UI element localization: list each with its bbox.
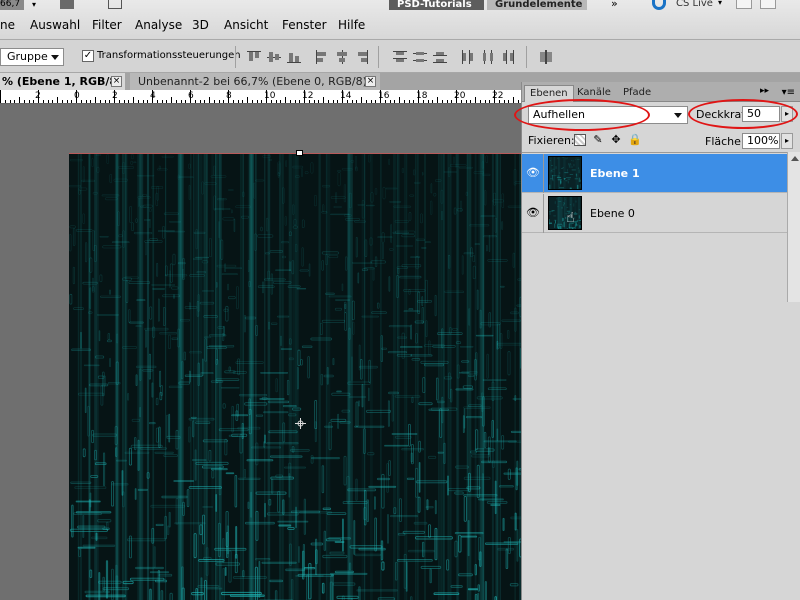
distribute-top-icon[interactable] — [392, 49, 408, 65]
menu-filter[interactable]: Filter — [92, 18, 122, 32]
canvas-area — [0, 105, 521, 600]
fill-slider-button[interactable]: ▸ — [781, 133, 793, 149]
minimize-button[interactable] — [736, 0, 752, 9]
chevron-down-icon[interactable]: ▾ — [32, 0, 36, 9]
restore-button[interactable] — [760, 0, 776, 9]
menu-hilfe[interactable]: Hilfe — [338, 18, 365, 32]
lock-all-icon[interactable]: 🔒 — [628, 134, 642, 146]
tab-ebene-1[interactable]: % (Ebene 1, RGB/8) * — [0, 73, 125, 105]
distribute-left-icon[interactable] — [460, 49, 476, 65]
document-canvas[interactable] — [69, 153, 521, 600]
layer-name: Ebene 0 — [590, 207, 635, 220]
auto-select-value: Gruppe — [7, 50, 48, 63]
layers-scrollbar[interactable] — [787, 152, 800, 302]
close-icon[interactable]: × — [365, 76, 376, 87]
toolbar-divider — [235, 46, 236, 68]
auto-select-dropdown[interactable]: Gruppe — [0, 48, 64, 66]
transform-controls-checkbox[interactable]: ✓ — [82, 50, 94, 62]
layer-thumbnail — [548, 196, 582, 230]
transform-handle[interactable] — [296, 150, 303, 156]
toolbar-divider — [526, 46, 527, 68]
circuit-texture-image — [69, 153, 521, 600]
tab-pfade[interactable]: Pfade — [618, 85, 656, 102]
align-top-edges-icon[interactable] — [246, 49, 262, 65]
selection-edge — [69, 153, 521, 154]
arrange-documents-icon[interactable] — [60, 0, 74, 9]
tab-unbenannt-2[interactable]: Unbenannt-2 bei 66,7% (Ebene 0, RGB/8) * — [130, 73, 380, 90]
layers-list: 👁 Ebene 1 👁 ☝ Ebene 0 — [522, 152, 787, 302]
eye-icon[interactable]: 👁 — [526, 167, 540, 179]
lock-position-icon[interactable]: ✥ — [610, 134, 622, 146]
menu-3d[interactable]: 3D — [192, 18, 209, 32]
highlight-oval-opacity — [688, 99, 798, 129]
horizontal-ruler: 20246810121416182022 — [0, 90, 521, 104]
distribute-bottom-icon[interactable] — [432, 49, 448, 65]
layers-panel: Ebenen Kanäle Pfade ▸▸ ▾≡ Aufhellen Deck… — [514, 82, 800, 600]
fill-label: Fläche: — [705, 135, 745, 148]
menu-ansicht[interactable]: Ansicht — [224, 18, 268, 32]
scroll-up-icon[interactable] — [791, 156, 799, 161]
distribute-right-icon[interactable] — [500, 49, 516, 65]
auto-align-layers-icon[interactable] — [538, 49, 554, 65]
fill-input[interactable]: 100% — [742, 133, 780, 149]
align-horizontal-centers-icon[interactable] — [334, 49, 350, 65]
chevron-down-icon — [51, 55, 59, 60]
chevron-down-icon[interactable]: ▾ — [718, 0, 722, 7]
layer-row-ebene-0[interactable]: 👁 ☝ Ebene 0 — [522, 194, 787, 233]
panel-menu-icon[interactable]: ▾≡ — [782, 87, 795, 98]
highlight-oval-blend-mode — [514, 99, 650, 131]
cs-live-icon — [652, 0, 666, 10]
screen-mode-icon[interactable] — [108, 0, 122, 9]
layer-name: Ebene 1 — [590, 167, 640, 180]
menu-bar: 66,7 ▾ PSD-Tutorials Grundelemente » CS … — [0, 0, 800, 40]
lock-label: Fixieren: — [528, 134, 575, 147]
lock-pixels-icon[interactable]: ✎ — [592, 134, 604, 146]
align-left-edges-icon[interactable] — [314, 49, 330, 65]
menu-analyse[interactable]: Analyse — [135, 18, 182, 32]
menu-bild[interactable]: ne — [0, 18, 15, 32]
zoom-readout[interactable]: 66,7 — [0, 0, 20, 9]
layer-row-ebene-1[interactable]: 👁 Ebene 1 — [522, 154, 787, 193]
options-bar: Gruppe ✓ Transformationssteuerungen — [0, 40, 800, 73]
eye-icon[interactable]: 👁 — [526, 207, 540, 219]
align-bottom-edges-icon[interactable] — [286, 49, 302, 65]
reference-point-icon[interactable] — [295, 418, 306, 429]
tab-label: Unbenannt-2 bei 66,7% (Ebene 0, RGB/8) * — [138, 75, 376, 88]
distribute-vertical-centers-icon[interactable] — [412, 49, 428, 65]
collapse-icon[interactable]: ▸▸ — [760, 86, 769, 96]
workspace-button-psd-tutorials[interactable]: PSD-Tutorials — [389, 0, 484, 10]
menu-auswahl[interactable]: Auswahl — [30, 18, 80, 32]
distribute-horizontal-centers-icon[interactable] — [480, 49, 496, 65]
align-right-edges-icon[interactable] — [354, 49, 370, 65]
close-icon[interactable]: × — [111, 76, 122, 87]
more-workspaces-icon[interactable]: » — [611, 0, 618, 10]
align-vertical-centers-icon[interactable] — [266, 49, 282, 65]
chevron-down-icon — [674, 113, 682, 118]
workspace-button-grundelemente[interactable]: Grundelemente — [487, 0, 587, 10]
layer-thumbnail — [548, 156, 582, 190]
hand-cursor-icon: ☝ — [566, 210, 575, 226]
menu-fenster[interactable]: Fenster — [282, 18, 327, 32]
cs-live-label[interactable]: CS Live — [676, 0, 713, 9]
transform-controls-label: Transformationssteuerungen — [97, 50, 241, 61]
lock-transparency-icon[interactable] — [574, 134, 586, 146]
toolbar-divider — [378, 46, 379, 68]
